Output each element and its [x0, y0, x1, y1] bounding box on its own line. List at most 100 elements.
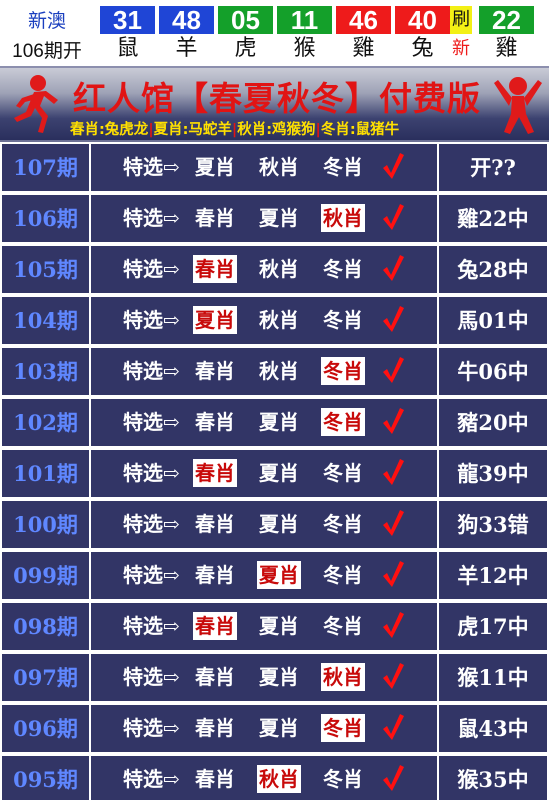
draw-result: 虎17中: [457, 614, 529, 639]
season-pick: 夏肖: [257, 561, 301, 589]
season-pick: 秋肖: [257, 765, 301, 793]
season-winter: 冬肖:鼠猪牛: [320, 122, 400, 138]
issue-number: 101期: [13, 461, 78, 486]
pick-label: 特选⇨: [123, 461, 180, 485]
season-pick: 春肖: [195, 206, 235, 230]
season-spring: 春肖:兔虎龙: [70, 122, 149, 138]
season-pick: 冬肖: [323, 155, 363, 179]
draw-label: 106期开: [12, 41, 82, 62]
table-row: 098期 特选⇨ 春肖 夏肖 冬肖 虎17中: [0, 601, 549, 652]
issue-cell: 095期: [2, 756, 89, 800]
result-cell: 馬01中: [439, 297, 547, 344]
season-pick: 夏肖: [259, 716, 299, 740]
season-pick: 春肖: [195, 563, 235, 587]
issue-cell: 105期: [2, 246, 89, 293]
pick-label: 特选⇨: [123, 563, 180, 587]
season-pick: 春肖: [193, 255, 237, 283]
pick-label: 特选⇨: [123, 257, 180, 281]
red-check-icon: [381, 712, 405, 746]
table-row: 107期 特选⇨ 夏肖 秋肖 冬肖 开??: [0, 142, 549, 193]
issue-number: 099期: [13, 563, 78, 588]
red-check-icon: [381, 406, 405, 440]
ball-number: 46: [336, 6, 391, 34]
draw-result: 羊12中: [457, 563, 529, 588]
season-pick: 春肖: [195, 359, 235, 383]
issue-number: 103期: [13, 359, 78, 384]
lottery-name: 新澳: [27, 11, 66, 32]
ball-zodiac: 鼠: [116, 36, 139, 61]
picks-cell: 特选⇨ 春肖 秋肖 冬肖: [91, 348, 437, 395]
red-check-icon: [381, 661, 405, 695]
result-cell: 牛06中: [439, 348, 547, 395]
draw-result: 开??: [470, 155, 516, 180]
pick-label: 特选⇨: [123, 410, 180, 434]
red-check-icon: [381, 559, 405, 593]
issue-number: 095期: [13, 767, 78, 792]
table-row: 096期 特选⇨ 春肖 夏肖 冬肖 鼠43中: [0, 703, 549, 754]
season-pick: 夏肖: [259, 665, 299, 689]
issue-number: 100期: [13, 512, 78, 537]
picks-cell: 特选⇨ 春肖 夏肖 冬肖: [91, 705, 437, 752]
special-ball-number: 22: [479, 6, 534, 34]
season-pick: 夏肖: [259, 512, 299, 536]
issue-cell: 098期: [2, 603, 89, 650]
red-check-icon: [381, 763, 405, 797]
ball-number: 40: [395, 6, 450, 34]
table-row: 095期 特选⇨ 春肖 秋肖 冬肖 猴35中: [0, 754, 549, 800]
refresh-label-bottom: 新: [452, 38, 470, 59]
picks-cell: 特选⇨ 夏肖 秋肖 冬肖: [91, 144, 437, 191]
pick-label: 特选⇨: [123, 767, 180, 791]
draw-result: 狗33错: [457, 512, 529, 537]
prediction-table: 107期 特选⇨ 夏肖 秋肖 冬肖 开?? 106期 特选⇨ 春肖 夏肖 秋肖 雞22中 105期 特选⇨…: [0, 142, 549, 800]
refresh-button[interactable]: 刷 新: [450, 6, 472, 64]
ball-zodiac: 虎: [234, 36, 257, 61]
ball-zodiac: 兔: [411, 36, 434, 61]
draw-result: 馬01中: [457, 308, 529, 333]
season-pick: 夏肖: [259, 614, 299, 638]
ball-number: 31: [100, 6, 155, 34]
issue-cell: 102期: [2, 399, 89, 446]
page: 新澳 106期开 31 鼠 48 羊 05 虎 11 猴 46 雞 40 兔 刷 新 22 雞 红人馆…: [0, 0, 549, 800]
ball-number: 05: [218, 6, 273, 34]
issue-cell: 100期: [2, 501, 89, 548]
season-pick: 冬肖: [321, 408, 365, 436]
table-row: 102期 特选⇨ 春肖 夏肖 冬肖 豬20中: [0, 397, 549, 448]
season-pick: 冬肖: [323, 614, 363, 638]
issue-number: 104期: [13, 308, 78, 333]
issue-cell: 097期: [2, 654, 89, 701]
special-ball: 22 雞: [479, 6, 534, 64]
season-pick: 夏肖: [259, 410, 299, 434]
pick-label: 特选⇨: [123, 512, 180, 536]
season-pick: 秋肖: [259, 155, 299, 179]
draw-result: 猴35中: [457, 767, 529, 792]
issue-number: 102期: [13, 410, 78, 435]
ball: 40 兔: [395, 6, 450, 64]
refresh-label-top: 刷: [450, 6, 472, 34]
season-summer: 夏肖:马蛇羊: [153, 122, 232, 138]
ball-zodiac: 猴: [293, 36, 316, 61]
picks-cell: 特选⇨ 春肖 秋肖 冬肖: [91, 756, 437, 800]
draw-result: 雞22中: [457, 206, 529, 231]
table-row: 105期 特选⇨ 春肖 秋肖 冬肖 兔28中: [0, 244, 549, 295]
draw-results-strip: 新澳 106期开 31 鼠 48 羊 05 虎 11 猴 46 雞 40 兔 刷 新 22 雞: [0, 0, 549, 66]
result-cell: 鼠43中: [439, 705, 547, 752]
red-check-icon: [381, 253, 405, 287]
issue-cell: 107期: [2, 144, 89, 191]
result-cell: 猴35中: [439, 756, 547, 800]
season-pick: 冬肖: [321, 357, 365, 385]
season-pick: 冬肖: [323, 512, 363, 536]
table-row: 101期 特选⇨ 春肖 夏肖 冬肖 龍39中: [0, 448, 549, 499]
season-pick: 春肖: [195, 410, 235, 434]
result-cell: 虎17中: [439, 603, 547, 650]
pick-label: 特选⇨: [123, 716, 180, 740]
table-row: 099期 特选⇨ 春肖 夏肖 冬肖 羊12中: [0, 550, 549, 601]
red-check-icon: [381, 304, 405, 338]
season-pick: 夏肖: [195, 155, 235, 179]
season-pick: 冬肖: [323, 308, 363, 332]
season-pick: 冬肖: [323, 461, 363, 485]
pick-label: 特选⇨: [123, 308, 180, 332]
issue-cell: 104期: [2, 297, 89, 344]
ball: 46 雞: [336, 6, 391, 64]
issue-cell: 099期: [2, 552, 89, 599]
picks-cell: 特选⇨ 春肖 夏肖 秋肖: [91, 195, 437, 242]
